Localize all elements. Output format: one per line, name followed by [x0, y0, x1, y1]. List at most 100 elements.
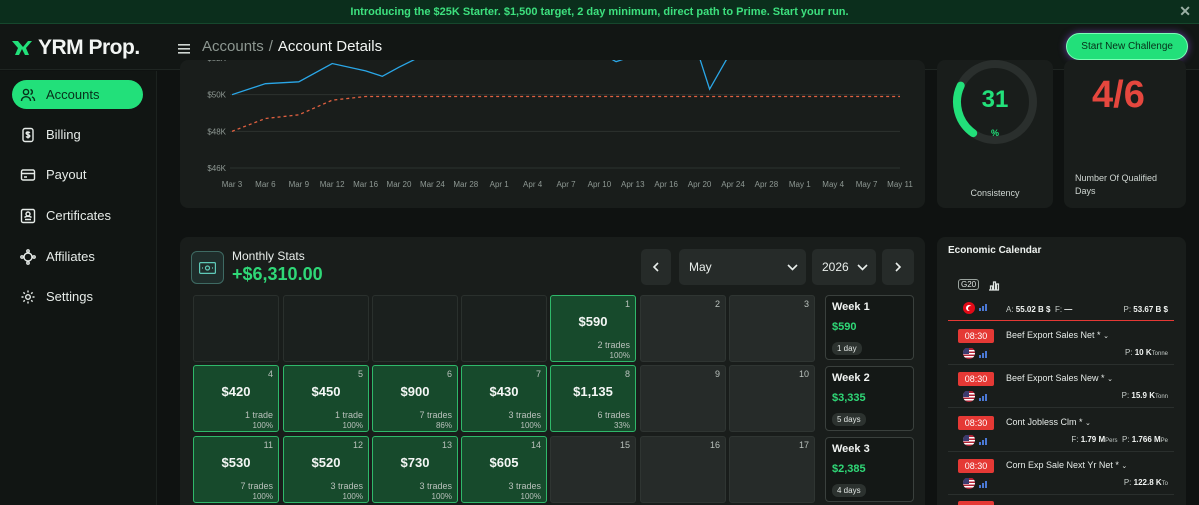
close-icon[interactable]: ✕	[1179, 3, 1191, 20]
day-pnl: $1,135	[573, 384, 613, 399]
calendar-day-cell[interactable]: 16	[640, 436, 726, 503]
econ-event-row[interactable]: 08:30 Cont Jobless Clm * ⌄ F: 1.79 MPers P…	[948, 412, 1174, 452]
sidebar-item-label: Payout	[46, 167, 87, 182]
sidebar-item-certificates[interactable]: Certificates	[12, 201, 143, 230]
chevron-down-icon[interactable]: ⌄	[1085, 420, 1091, 427]
calendar-day-cell[interactable]: 9	[640, 365, 726, 432]
economic-calendar-title: Economic Calendar	[948, 245, 1042, 256]
day-number: 8	[624, 369, 630, 379]
monthly-stats-title: Monthly Stats	[232, 249, 305, 263]
econ-event-row[interactable]: 08:30 Beef Export Sales New * ⌄ P: 15.9 KT…	[948, 368, 1174, 408]
calendar-day-cell[interactable]: 14 $605 3 trades 100%	[461, 436, 547, 503]
day-number: 4	[267, 369, 273, 379]
chevron-down-icon	[857, 263, 868, 271]
calendar-day-cell[interactable]: 12 $520 3 trades 100%	[283, 436, 369, 503]
day-win-rate: 100%	[342, 421, 363, 430]
econ-event-row[interactable]: A: 55.02 B $ F: — P: 53.67 B $	[948, 297, 1174, 321]
x-tick-label: Apr 1	[490, 180, 510, 189]
consistency-label: Consistency	[970, 188, 1020, 198]
calendar-day-cell[interactable]: 15	[550, 436, 636, 503]
sidebar-item-label: Billing	[46, 127, 81, 142]
month-select[interactable]: May	[679, 249, 806, 285]
calendar-day-cell[interactable]	[372, 295, 458, 362]
calendar-day-cell[interactable]: 8 $1,135 6 trades 33%	[550, 365, 636, 432]
day-trades: 3 trades	[508, 481, 541, 491]
threshold-line	[232, 95, 900, 132]
event-values: F: 1.79 MPers P: 1.766 MPe	[1071, 435, 1168, 444]
breadcrumb-accounts[interactable]: Accounts	[202, 38, 264, 55]
day-win-rate: 100%	[609, 351, 630, 360]
logo[interactable]: YRM Prop.	[10, 36, 140, 60]
billing-icon	[22, 127, 34, 142]
chevron-down-icon[interactable]: ⌄	[1107, 376, 1113, 383]
calendar-day-cell[interactable]	[193, 295, 279, 362]
us-flag-icon	[963, 390, 975, 402]
week-days-badge: 5 days	[832, 413, 866, 426]
qualified-days-value: 4/6	[1092, 74, 1145, 116]
forecast-key: F:	[1054, 305, 1063, 314]
event-name-text: Cont Jobless Clm *	[1006, 417, 1083, 427]
day-win-rate: 100%	[342, 492, 363, 501]
money-icon	[191, 251, 224, 284]
sidebar-item-payout[interactable]: Payout	[12, 160, 143, 189]
actual-key: A:	[1006, 305, 1014, 314]
actual-val: 55.02 B $	[1015, 305, 1051, 314]
time-badge: 08:30	[958, 329, 994, 343]
previous-month-button[interactable]	[641, 249, 671, 285]
week-amount: $590	[832, 321, 857, 333]
g20-icon[interactable]: G20	[958, 279, 980, 290]
day-trades: 7 trades	[419, 410, 452, 420]
calendar-day-cell[interactable]	[461, 295, 547, 362]
calendar-day-cell[interactable]: 2	[640, 295, 726, 362]
calendar-day-cell[interactable]: 6 $900 7 trades 86%	[372, 365, 458, 432]
next-month-button[interactable]	[882, 249, 914, 285]
affiliates-icon	[20, 248, 36, 265]
day-number: 9	[714, 369, 720, 379]
start-new-challenge-button[interactable]: Start New Challenge	[1066, 33, 1188, 60]
day-trades: 3 trades	[508, 410, 541, 420]
previous-val: 53.67 B $	[1133, 305, 1168, 314]
hamburger-menu-icon[interactable]	[178, 41, 190, 59]
value-key: F:	[1071, 435, 1079, 444]
value-amount: 122.8 K	[1133, 478, 1162, 487]
day-trades: 1 trade	[334, 410, 363, 420]
chevron-down-icon[interactable]: ⌄	[1121, 463, 1127, 470]
day-number: 3	[803, 299, 809, 309]
economic-calendar-panel: Economic Calendar G20 A: 55.02 B $ F: — …	[937, 237, 1186, 505]
calendar-day-cell[interactable]: 1 $590 2 trades 100%	[550, 295, 636, 362]
day-number: 15	[619, 440, 630, 450]
x-tick-label: May 1	[789, 180, 811, 189]
sidebar-item-accounts[interactable]: Accounts	[12, 80, 143, 109]
calendar-day-cell[interactable]	[283, 295, 369, 362]
day-trades: 3 trades	[419, 481, 452, 491]
event-values: P: 122.8 KTo	[1124, 478, 1168, 487]
value-amount: 1.79 M	[1080, 435, 1106, 444]
calendar-day-cell[interactable]: 13 $730 3 trades 100%	[372, 436, 458, 503]
consistency-unit: %	[990, 128, 999, 138]
sidebar-item-settings[interactable]: Settings	[12, 282, 143, 311]
day-pnl: $520	[311, 455, 341, 470]
sidebar-item-affiliates[interactable]: Affiliates	[12, 242, 143, 271]
year-select[interactable]: 2026	[812, 249, 876, 285]
x-tick-label: Apr 10	[588, 180, 612, 189]
calendar-day-cell[interactable]: 7 $430 3 trades 100%	[461, 365, 547, 432]
event-name: Beef Export Sales Net * ⌄	[1006, 330, 1109, 340]
value-key: P:	[1124, 348, 1133, 357]
signal-bars-icon	[979, 304, 987, 311]
sidebar-item-label: Settings	[46, 289, 93, 304]
calendar-day-cell[interactable]: 3	[729, 295, 815, 362]
sidebar-item-billing[interactable]: Billing	[12, 120, 143, 149]
bar-chart-icon[interactable]	[988, 279, 1000, 291]
week-label: Week 2	[832, 372, 870, 384]
econ-event-row[interactable]: 08:30 Beef Export Sales Net * ⌄ P: 10 KTon…	[948, 325, 1174, 365]
week-label: Week 1	[832, 301, 870, 313]
econ-event-row[interactable]: 08:30 Corn Exp Sale Next Yr Net * ⌄ P: 122…	[948, 455, 1174, 495]
calendar-day-cell[interactable]: 4 $420 1 trade 100%	[193, 365, 279, 432]
chevron-down-icon[interactable]: ⌄	[1103, 333, 1109, 340]
calendar-day-cell[interactable]: 10	[729, 365, 815, 432]
calendar-day-cell[interactable]: 17	[729, 436, 815, 503]
calendar-day-cell[interactable]: 11 $530 7 trades 100%	[193, 436, 279, 503]
calendar-day-cell[interactable]: 5 $450 1 trade 100%	[283, 365, 369, 432]
day-number: 6	[446, 369, 452, 379]
sidebar: Accounts Billing Payout Certificates Aff…	[0, 71, 157, 505]
